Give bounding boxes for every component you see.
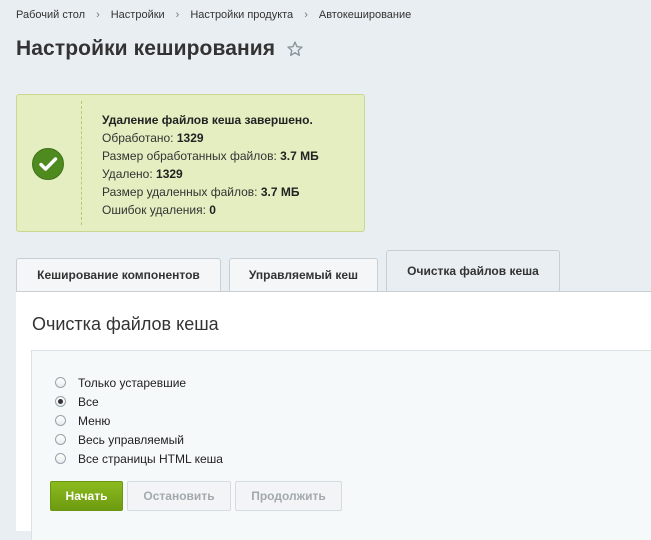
radio-label: Все: [78, 394, 99, 409]
page-title: Настройки кеширования: [16, 37, 276, 60]
radio-option-expired[interactable]: Только устаревшие: [55, 373, 223, 392]
notice-body: Удаление файлов кеша завершено. Обработа…: [102, 111, 319, 219]
breadcrumb-separator-icon: ›: [96, 9, 100, 21]
star-icon[interactable]: [286, 40, 304, 58]
notice-line-errors: Ошибок удаления: 0: [102, 203, 216, 217]
cleanup-options: Только устаревшие Все Меню Весь управляе…: [55, 373, 223, 468]
notice-line-processed-size: Размер обработанных файлов: 3.7 МБ: [102, 149, 319, 163]
radio-label: Весь управляемый: [78, 432, 184, 447]
tab-cache-cleanup[interactable]: Очистка файлов кеша: [386, 250, 560, 291]
success-notice: Удаление файлов кеша завершено. Обработа…: [16, 94, 365, 232]
radio-button[interactable]: [55, 434, 66, 445]
radio-button[interactable]: [55, 396, 66, 407]
radio-button[interactable]: [55, 377, 66, 388]
radio-option-menu[interactable]: Меню: [55, 411, 223, 430]
breadcrumb-item-desktop[interactable]: Рабочий стол: [16, 9, 85, 21]
breadcrumb: Рабочий стол › Настройки › Настройки про…: [16, 9, 411, 21]
tab-managed-cache[interactable]: Управляемый кеш: [229, 258, 378, 291]
breadcrumb-item-settings[interactable]: Настройки: [111, 9, 165, 21]
notice-divider: [81, 101, 82, 225]
notice-title: Удаление файлов кеша завершено.: [102, 113, 313, 127]
tab-component-caching[interactable]: Кеширование компонентов: [16, 258, 221, 291]
radio-label: Все страницы HTML кеша: [78, 451, 223, 466]
radio-label: Только устаревшие: [78, 375, 187, 390]
radio-option-html-cache[interactable]: Все страницы HTML кеша: [55, 449, 223, 468]
notice-line-deleted: Удалено: 1329: [102, 167, 183, 181]
action-buttons: Начать Остановить Продолжить: [50, 481, 346, 511]
breadcrumb-item-autocache[interactable]: Автокеширование: [319, 9, 411, 21]
notice-line-processed: Обработано: 1329: [102, 131, 204, 145]
breadcrumb-item-product-settings[interactable]: Настройки продукта: [190, 9, 293, 21]
radio-option-all[interactable]: Все: [55, 392, 223, 411]
start-button[interactable]: Начать: [50, 481, 123, 511]
page-header: Настройки кеширования: [16, 37, 304, 61]
options-area: Только устаревшие Все Меню Весь управляе…: [31, 350, 651, 540]
radio-button[interactable]: [55, 415, 66, 426]
stop-button[interactable]: Остановить: [127, 481, 231, 511]
notice-line-deleted-size: Размер удаленных файлов: 3.7 МБ: [102, 185, 300, 199]
checkmark-circle-icon: [32, 148, 64, 180]
radio-button[interactable]: [55, 453, 66, 464]
breadcrumb-separator-icon: ›: [304, 9, 308, 21]
panel-title: Очистка файлов кеша: [32, 314, 219, 334]
breadcrumb-separator-icon: ›: [175, 9, 180, 21]
radio-option-managed[interactable]: Весь управляемый: [55, 430, 223, 449]
tab-panel: Очистка файлов кеша Только устаревшие Вс…: [16, 291, 651, 540]
tab-bar: Кеширование компонентов Управляемый кеш …: [16, 250, 568, 291]
radio-label: Меню: [78, 413, 111, 428]
continue-button[interactable]: Продолжить: [235, 481, 342, 511]
